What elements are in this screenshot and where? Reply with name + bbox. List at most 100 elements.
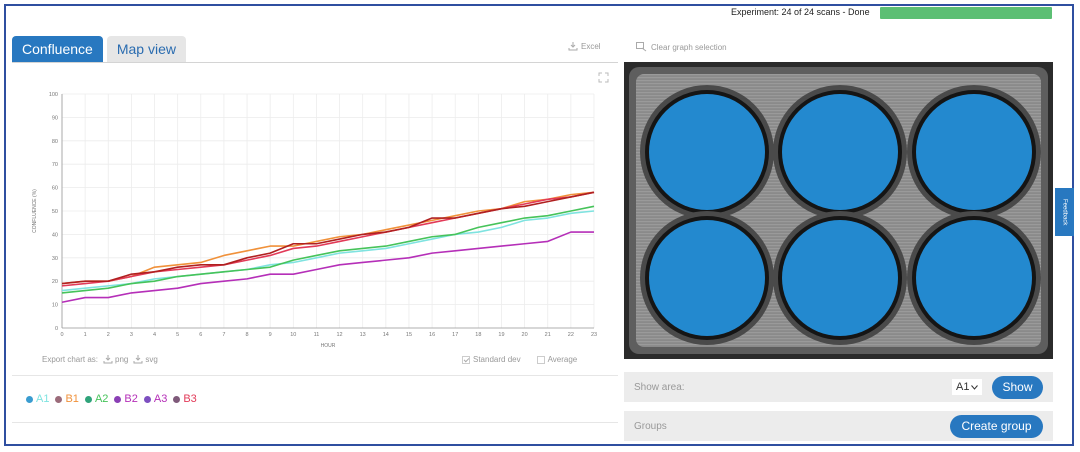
- download-icon: [133, 355, 143, 364]
- download-icon: [568, 42, 578, 51]
- legend-dot: [84, 395, 92, 403]
- legend-label: B2: [124, 393, 138, 405]
- x-tick-label: 8: [246, 332, 249, 338]
- legend-label: B1: [65, 393, 79, 405]
- legend-dot: [55, 395, 63, 403]
- legend-dot: [173, 395, 181, 403]
- y-tick-label: 60: [52, 186, 58, 192]
- divider: [12, 375, 618, 376]
- x-tick-label: 16: [429, 332, 435, 338]
- y-tick-label: 10: [52, 303, 58, 309]
- series-line-a1[interactable]: [61, 210, 595, 292]
- experiment-progress-fill: [880, 7, 1052, 19]
- stddev-option[interactable]: Standard dev: [462, 355, 521, 364]
- experiment-status: Experiment: 24 of 24 scans - Done: [731, 7, 870, 17]
- excel-export-button[interactable]: Excel: [568, 42, 601, 51]
- legend-label: B3: [183, 393, 197, 405]
- tab-map-view[interactable]: Map view: [106, 36, 186, 63]
- experiment-progress-bar: [880, 7, 1052, 19]
- legend-label: A1: [36, 393, 50, 405]
- well-area[interactable]: [916, 220, 1032, 336]
- well-plate-image[interactable]: [624, 62, 1053, 359]
- x-tick-label: 5: [176, 332, 179, 338]
- create-group-button[interactable]: Create group: [950, 414, 1043, 438]
- x-tick-label: 10: [290, 332, 296, 338]
- well-area[interactable]: [649, 94, 765, 210]
- x-tick-label: 11: [314, 332, 320, 338]
- legend-dot: [26, 395, 33, 403]
- groups-label: Groups: [634, 420, 667, 432]
- show-area-label: Show area:: [634, 381, 685, 393]
- x-tick-label: 7: [222, 332, 225, 338]
- export-png-label: png: [115, 355, 129, 364]
- x-tick-label: 19: [498, 332, 504, 338]
- tab-confluence[interactable]: Confluence: [12, 36, 103, 63]
- stddev-label: Standard dev: [473, 355, 521, 364]
- y-tick-label: 50: [52, 209, 58, 215]
- average-label: Average: [547, 355, 578, 364]
- tab-divider: [12, 62, 618, 63]
- average-checkbox[interactable]: [536, 355, 545, 364]
- feedback-button[interactable]: Feedback: [1055, 188, 1074, 236]
- legend-dot: [114, 395, 122, 403]
- chart-legend: A1 B1 A2 B2 A3 B3: [26, 393, 197, 405]
- chart-options: Standard dev Average: [462, 355, 577, 364]
- groups-panel: Groups Create group: [624, 411, 1053, 441]
- x-axis-label: HOUR: [321, 343, 336, 349]
- export-chart-row: Export chart as: png svg: [42, 355, 158, 364]
- y-tick-label: 30: [52, 256, 58, 262]
- series-line-b2[interactable]: [61, 231, 594, 304]
- legend-label: A3: [153, 393, 168, 405]
- legend-label: A2: [94, 393, 109, 405]
- confluence-chart: 01020304050607080901000 1 2 3 4 5 6 7 8 9 10 11 12 13…: [32, 92, 597, 349]
- series-line-a2[interactable]: [61, 205, 595, 294]
- show-button[interactable]: Show: [992, 375, 1043, 399]
- x-tick-label: 15: [406, 332, 412, 338]
- show-area-panel: Show area: A1 Show: [624, 372, 1053, 402]
- x-tick-label: 20: [522, 332, 528, 338]
- x-tick-label: 6: [199, 332, 202, 338]
- y-tick-label: 100: [49, 92, 58, 98]
- y-tick-label: 40: [52, 232, 58, 238]
- area-select[interactable]: A1: [952, 379, 983, 395]
- legend-item-b1[interactable]: B1: [55, 393, 79, 405]
- x-tick-label: 21: [545, 332, 551, 338]
- well-area[interactable]: [782, 220, 898, 336]
- legend-item-a1[interactable]: A1: [26, 393, 49, 405]
- x-tick-label: 14: [383, 332, 389, 338]
- legend-dot: [143, 395, 151, 403]
- x-tick-label: 17: [452, 332, 458, 338]
- legend-item-a2[interactable]: A2: [84, 393, 109, 405]
- y-tick-label: 0: [55, 326, 58, 332]
- export-svg-label: svg: [145, 355, 158, 364]
- x-tick-label: 0: [60, 332, 63, 338]
- x-tick-label: 3: [130, 332, 133, 338]
- y-tick-label: 80: [52, 139, 58, 145]
- legend-item-a3[interactable]: A3: [143, 393, 168, 405]
- stddev-checkbox[interactable]: [462, 355, 470, 364]
- x-tick-label: 18: [475, 332, 481, 338]
- legend-item-b3[interactable]: B3: [173, 393, 197, 405]
- well-area[interactable]: [782, 94, 898, 210]
- divider: [12, 422, 618, 423]
- x-tick-label: 12: [337, 332, 343, 338]
- export-png-button[interactable]: png: [103, 355, 128, 364]
- x-tick-label: 23: [591, 332, 597, 338]
- x-tick-label: 2: [107, 332, 110, 338]
- export-chart-label: Export chart as:: [42, 355, 99, 364]
- legend-item-b2[interactable]: B2: [114, 393, 138, 405]
- export-svg-button[interactable]: svg: [133, 355, 158, 364]
- excel-export-label: Excel: [581, 42, 601, 51]
- y-tick-label: 20: [52, 279, 58, 285]
- x-tick-label: 1: [84, 332, 87, 338]
- average-option[interactable]: Average: [536, 355, 578, 364]
- x-tick-label: 9: [269, 332, 272, 338]
- well-area[interactable]: [916, 94, 1032, 210]
- y-tick-label: 70: [52, 162, 58, 168]
- y-tick-label: 90: [52, 115, 58, 121]
- y-axis-label: CONFLUENCE (%): [32, 189, 38, 233]
- clear-graph-selection-button[interactable]: Clear graph selection: [636, 42, 727, 52]
- x-tick-label: 4: [153, 332, 156, 338]
- well-area[interactable]: [649, 220, 765, 336]
- selection-clear-icon: [636, 42, 647, 52]
